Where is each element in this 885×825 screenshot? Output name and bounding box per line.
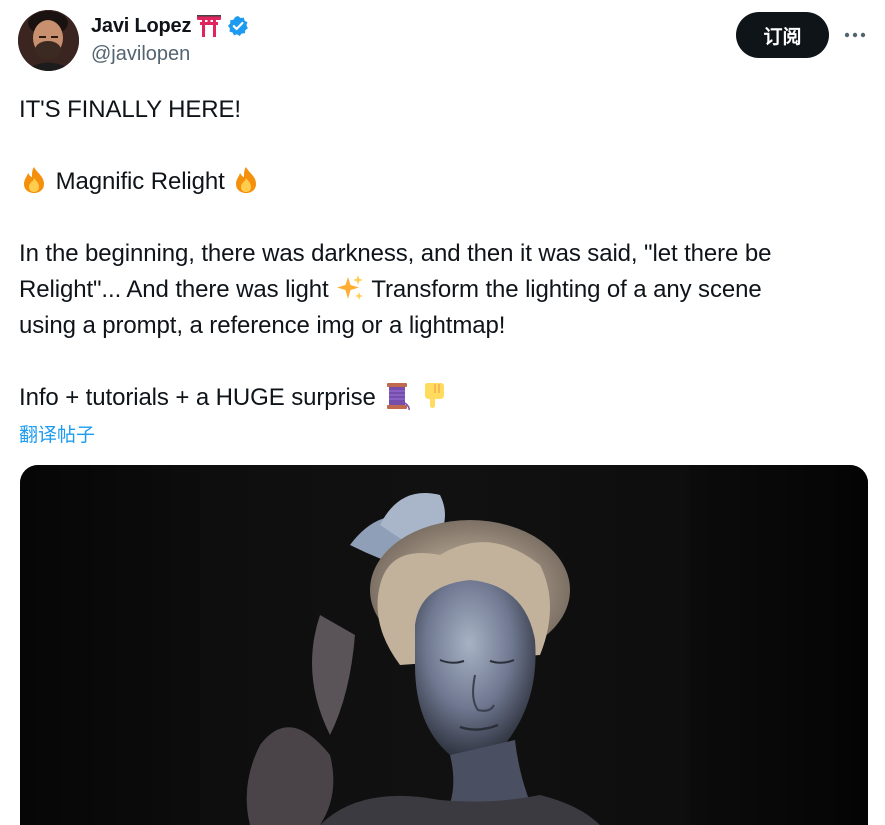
paragraph-2a-text: Relight"... And there was light: [19, 276, 329, 303]
name-row: Javi Lopez: [91, 13, 249, 39]
tweet-line-paragraph-2: Relight"... And there was light Transfor…: [19, 272, 869, 308]
tweet-line-paragraph-1: In the beginning, there was darkness, an…: [19, 240, 772, 267]
handle[interactable]: @javilopen: [91, 43, 190, 66]
sparkles-emoji-icon: [335, 273, 365, 303]
paragraph-2b-text: Transform the lighting of a any scene: [371, 276, 762, 303]
tweet-line-closing: Info + tutorials + a HUGE surprise: [19, 380, 869, 416]
tweet-text: IT'S FINALLY HERE! Magnific Relight In t…: [19, 92, 869, 416]
fire-emoji-icon: [231, 165, 261, 195]
fire-emoji-icon: [19, 165, 49, 195]
torii-gate-icon: [196, 14, 222, 38]
avatar[interactable]: [18, 10, 79, 71]
closing-text: Info + tutorials + a HUGE surprise: [19, 384, 376, 411]
tweet-header: Javi Lopez @javilopen 订阅: [18, 10, 868, 72]
pointing-down-emoji-icon: [419, 381, 449, 411]
translate-post-link[interactable]: 翻译帖子: [19, 420, 95, 447]
tweet-line-headline: IT'S FINALLY HERE!: [19, 96, 241, 123]
more-options-icon[interactable]: [840, 20, 870, 50]
tweet-media-image[interactable]: [20, 465, 868, 825]
verified-badge-icon[interactable]: [227, 15, 249, 37]
sculpture-bust-image: [20, 465, 868, 825]
thread-spool-emoji-icon: [382, 381, 412, 411]
tweet-line-paragraph-3: using a prompt, a reference img or a lig…: [19, 312, 506, 339]
tweet-line-title: Magnific Relight: [19, 164, 869, 200]
tweet-title-text: Magnific Relight: [55, 168, 225, 195]
subscribe-button[interactable]: 订阅: [736, 12, 829, 58]
display-name[interactable]: Javi Lopez: [91, 15, 191, 38]
